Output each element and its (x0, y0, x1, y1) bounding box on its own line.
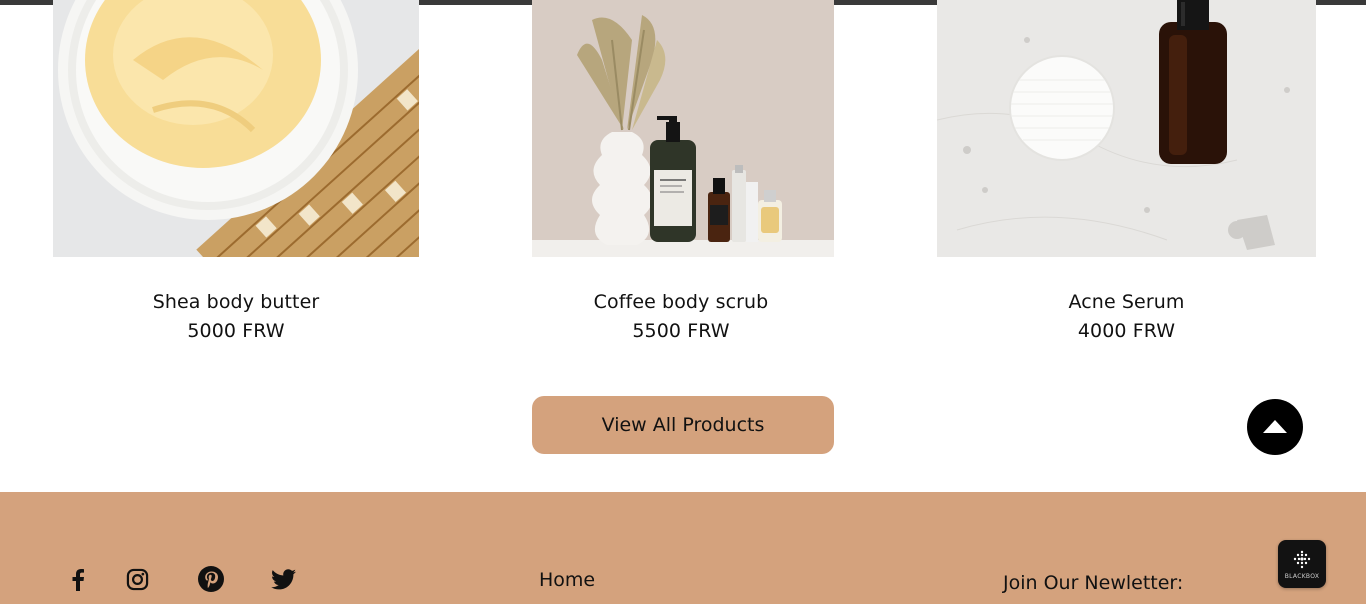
product-name[interactable]: Coffee body scrub (532, 291, 830, 313)
pinterest-icon[interactable] (198, 566, 224, 592)
view-all-products-button[interactable]: View All Products (532, 396, 834, 454)
footer-nav-home[interactable]: Home (539, 569, 595, 591)
page: Shea body butter 5000 FRW Coffee body sc… (0, 0, 1366, 604)
product-image-coffee-scrub[interactable] (532, 0, 834, 257)
back-to-top-button[interactable] (1247, 399, 1303, 455)
product-price: 5000 FRW (187, 320, 285, 342)
product-name[interactable]: Acne Serum (937, 291, 1316, 313)
blackbox-widget-button[interactable]: BLACKBOX (1278, 540, 1326, 588)
product-image-shea-butter[interactable] (53, 0, 419, 257)
newsletter-label: Join Our Newletter: (1003, 572, 1184, 594)
blackbox-logo-icon (1293, 550, 1311, 568)
facebook-icon[interactable] (66, 568, 90, 592)
product-name[interactable]: Shea body butter (53, 291, 419, 313)
twitter-icon[interactable] (270, 568, 296, 590)
arrow-up-icon (1263, 420, 1287, 433)
instagram-icon[interactable] (125, 567, 149, 591)
product-price: 4000 FRW (1077, 320, 1176, 342)
blackbox-label: BLACKBOX (1284, 572, 1320, 580)
product-price: 5500 FRW (632, 320, 730, 342)
product-image-acne-serum[interactable] (937, 0, 1316, 257)
site-footer: Home Join Our Newletter: (0, 492, 1366, 604)
